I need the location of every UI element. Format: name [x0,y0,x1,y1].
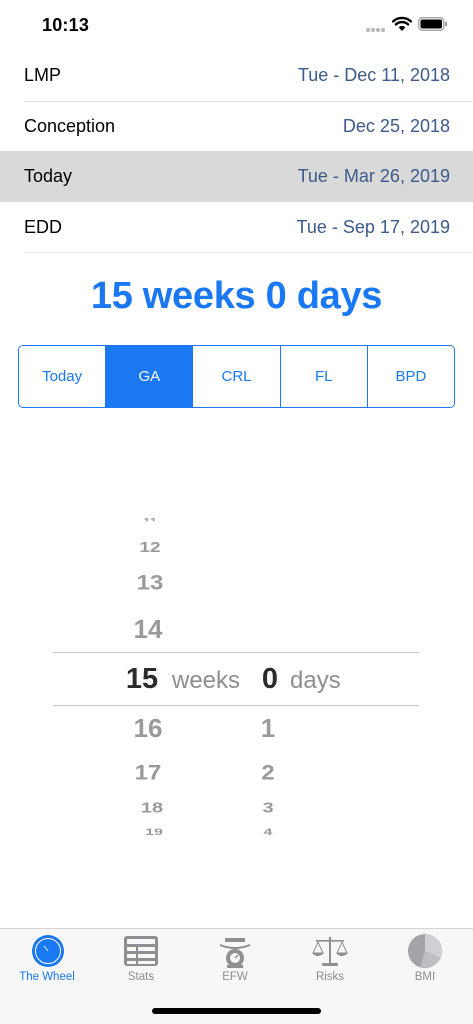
tab-label: BMI [414,971,436,983]
tab-label: Risks [315,971,345,983]
wheel-icon [32,935,64,967]
mode-segmented-control: Today GA CRL FL BPD [18,345,455,408]
picker-option[interactable]: 12 [120,539,180,556]
battery-icon [418,17,447,31]
date-list: LMP Tue - Dec 11, 2018 Conception Dec 25… [0,50,473,253]
date-row-today[interactable]: Today Tue - Mar 26, 2019 [0,151,473,202]
picker-option[interactable]: 16 [118,713,178,744]
home-indicator [152,1008,321,1014]
status-bar: 10:13 [0,0,473,50]
weeks-unit-label: weeks [172,667,241,694]
picker-option[interactable]: 14 [118,614,178,645]
picker-option[interactable]: 13 [120,570,180,595]
date-label: EDD [24,216,63,237]
picker-option[interactable]: 4 [252,828,284,838]
segment-today[interactable]: Today [19,346,107,407]
picker-option[interactable]: 3 [252,800,284,817]
cellular-signal-icon [366,28,386,32]
picker-selected-weeks[interactable]: 15 [112,663,172,696]
date-value: Tue - Sep 17, 2019 [296,216,450,237]
segment-fl[interactable]: FL [280,346,368,407]
picker-selected-days[interactable]: 0 [254,663,286,696]
picker-option[interactable]: 2 [252,760,284,785]
tab-label: Stats [127,971,155,983]
tab-stats[interactable]: Stats [94,929,188,999]
date-value: Dec 25, 2018 [342,115,450,136]
date-row-conception[interactable]: Conception Dec 25, 2018 [0,101,473,152]
picker-option[interactable]: 19 [124,828,184,838]
balance-icon [312,937,348,966]
tab-bmi[interactable]: BMI [378,929,472,999]
date-label: LMP [24,65,62,85]
segment-bpd[interactable]: BPD [367,346,454,407]
gestational-age-display: 15 weeks 0 days [90,275,383,317]
tab-the-wheel[interactable]: The Wheel [0,929,94,999]
date-label: Today [24,166,73,186]
segment-crl[interactable]: CRL [193,346,281,407]
picker-option[interactable]: 18 [122,800,182,817]
pie-icon [408,934,443,969]
segment-ga[interactable]: GA [106,346,194,407]
scale-icon [220,938,250,968]
tab-label: The Wheel [19,971,75,983]
wifi-icon [392,16,412,31]
date-value: Tue - Dec 11, 2018 [297,65,450,85]
stats-icon [124,936,158,966]
date-value: Tue - Mar 26, 2019 [297,166,450,186]
divider [24,252,473,253]
picker-option[interactable]: 11 [120,516,180,521]
days-unit-label: days [290,667,341,694]
date-label: Conception [24,115,116,136]
ga-wheel-picker[interactable]: 11 12 13 14 15 16 17 18 19 weeks 0 1 2 3… [0,505,473,850]
picker-option[interactable]: 17 [118,760,178,785]
picker-selection-top-line [53,652,419,653]
date-row-lmp[interactable]: LMP Tue - Dec 11, 2018 [0,50,473,102]
tab-label: EFW [222,971,248,983]
date-row-edd[interactable]: EDD Tue - Sep 17, 2019 [0,202,473,253]
tab-efw[interactable]: EFW [188,929,282,999]
status-time: 10:13 [42,15,90,35]
picker-option[interactable]: 1 [252,713,284,744]
picker-selection-bottom-line [53,705,419,706]
tab-risks[interactable]: Risks [283,929,377,999]
